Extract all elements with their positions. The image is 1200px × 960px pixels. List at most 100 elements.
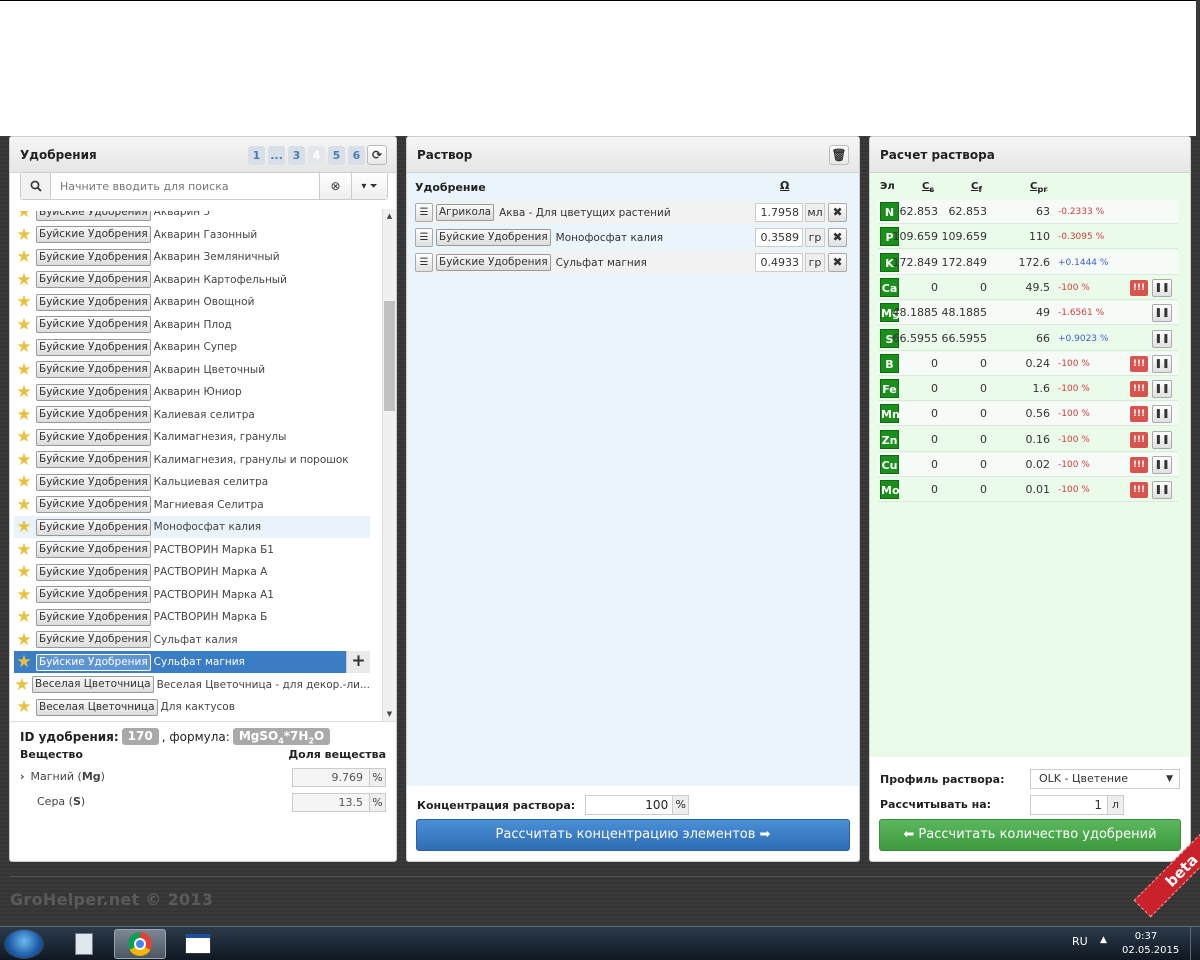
search-input[interactable]: [51, 173, 319, 199]
expand-chevron-icon[interactable]: ›: [20, 770, 25, 783]
warning-button[interactable]: !!!: [1130, 482, 1148, 499]
fertilizer-list-item[interactable]: ★ Буйские Удобрения Акварин Супер: [14, 336, 370, 358]
fertilizer-list-item[interactable]: ★ Буйские Удобрения Акварин Овощной: [14, 291, 370, 313]
warning-button[interactable]: !!!: [1130, 355, 1148, 372]
star-icon[interactable]: ★: [14, 211, 34, 223]
star-icon[interactable]: ★: [14, 449, 34, 471]
star-icon[interactable]: ★: [14, 674, 30, 696]
pause-button[interactable]: ❚❚: [1152, 304, 1172, 323]
list-icon[interactable]: ☰: [415, 253, 433, 272]
page-5[interactable]: 5: [328, 146, 345, 165]
star-icon[interactable]: ★: [14, 561, 34, 583]
amount-input[interactable]: 0.3589: [755, 228, 803, 247]
clock[interactable]: 0:37 02.05.2015: [1122, 930, 1179, 958]
pause-button[interactable]: ❚❚: [1152, 354, 1172, 373]
volume-input[interactable]: 1: [1030, 795, 1108, 815]
taskbar-window[interactable]: [172, 929, 224, 959]
fertilizer-list-item[interactable]: ★ Веселая Цветочница Веселая Цветочница - …: [14, 674, 370, 696]
profile-select[interactable]: OLK - Цветение ▼: [1030, 769, 1180, 789]
concentration-input[interactable]: 100: [585, 795, 674, 815]
fertilizer-list-item[interactable]: ★ Буйские Удобрения Монофосфат калия: [14, 516, 370, 538]
page-ellipsis[interactable]: ...: [268, 146, 285, 165]
clear-search-button[interactable]: ⊗: [319, 173, 351, 199]
fertilizer-list-item[interactable]: ★ Буйские Удобрения Акварин Картофельный: [14, 269, 370, 291]
calc-concentration-button[interactable]: Рассчитать концентрацию элементов ➡: [416, 819, 850, 851]
fertilizer-list-item[interactable]: ★ Буйские Удобрения Акварин 5: [14, 211, 370, 223]
fertilizer-list-item[interactable]: ★ Буйские Удобрения Калимагнезия, гранулы …: [14, 449, 370, 471]
star-icon[interactable]: ★: [14, 584, 34, 606]
page-3[interactable]: 3: [288, 146, 305, 165]
list-icon[interactable]: ☰: [415, 203, 433, 222]
fertilizer-list-item[interactable]: ★ Буйские Удобрения Акварин Юниор: [14, 381, 370, 403]
warning-button[interactable]: !!!: [1130, 457, 1148, 473]
pause-button[interactable]: ❚❚: [1152, 380, 1172, 399]
star-icon[interactable]: ★: [14, 696, 34, 718]
filter-dropdown-button[interactable]: ▾ ⏷: [351, 173, 387, 199]
fertilizer-list-item[interactable]: ★ Буйские Удобрения Магниевая Селитра: [14, 494, 370, 516]
remove-icon[interactable]: ✖: [828, 253, 847, 272]
show-desktop-button[interactable]: [1190, 927, 1200, 960]
star-icon[interactable]: ★: [14, 246, 34, 268]
star-icon[interactable]: ★: [14, 494, 34, 516]
clear-solution-button[interactable]: 🗑: [829, 145, 849, 165]
pause-button[interactable]: ❚❚: [1152, 456, 1172, 474]
refresh-button[interactable]: ⟳: [367, 145, 387, 165]
fertilizer-list-item[interactable]: ★ Буйские Удобрения РАСТВОРИН Марка Б: [14, 606, 370, 628]
page-1[interactable]: 1: [248, 146, 265, 165]
start-button[interactable]: [4, 929, 44, 959]
fertilizer-list-item[interactable]: ★ Буйские Удобрения Калиевая селитра: [14, 404, 370, 426]
fertilizer-list-item[interactable]: ★ Буйские Удобрения Акварин Плод: [14, 314, 370, 336]
amount-input[interactable]: 0.4933: [755, 253, 803, 272]
star-icon[interactable]: ★: [14, 629, 34, 651]
tray-arrow-icon[interactable]: ▲: [1100, 935, 1107, 945]
page-6[interactable]: 6: [348, 146, 365, 165]
fertilizer-list-item[interactable]: ★ Буйские Удобрения Сульфат калия: [14, 629, 370, 651]
page-4[interactable]: 4: [308, 146, 325, 165]
star-icon[interactable]: ★: [14, 336, 34, 358]
scroll-down-icon[interactable]: ▼: [383, 707, 396, 721]
pause-button[interactable]: ❚❚: [1152, 405, 1172, 424]
pause-button[interactable]: ❚❚: [1152, 430, 1172, 449]
star-icon[interactable]: ★: [14, 269, 34, 291]
add-to-solution-button[interactable]: +: [346, 651, 370, 673]
fertilizer-list-item[interactable]: ★ Буйские Удобрения Калимагнезия, гранулы: [14, 426, 370, 448]
scroll-thumb[interactable]: [384, 301, 395, 411]
star-icon[interactable]: ★: [14, 651, 34, 673]
star-icon[interactable]: ★: [14, 471, 34, 493]
star-icon[interactable]: ★: [14, 224, 34, 246]
star-icon[interactable]: ★: [14, 426, 34, 448]
fertilizer-list-item[interactable]: ★ Буйские Удобрения Кальциевая селитра: [14, 471, 370, 493]
remove-icon[interactable]: ✖: [828, 228, 847, 247]
star-icon[interactable]: ★: [14, 516, 34, 538]
taskbar-calculator[interactable]: [58, 929, 110, 959]
fertilizer-list-item[interactable]: ★ Буйские Удобрения РАСТВОРИН Марка А: [14, 561, 370, 583]
pause-button[interactable]: ❚❚: [1152, 329, 1172, 348]
calc-fertilizers-button[interactable]: ⬅ Рассчитать количество удобрений: [879, 819, 1181, 851]
warning-button[interactable]: !!!: [1130, 381, 1148, 398]
fertilizer-list-item[interactable]: ★ Веселая Цветочница Для кактусов: [14, 696, 370, 718]
fertilizer-list-item[interactable]: ★ Буйские Удобрения Акварин Газонный: [14, 224, 370, 246]
star-icon[interactable]: ★: [14, 404, 34, 426]
amount-input[interactable]: 1.7958: [755, 203, 803, 222]
language-indicator[interactable]: RU: [1072, 935, 1088, 948]
warning-button[interactable]: !!!: [1130, 279, 1148, 296]
fertilizer-list-item[interactable]: ★ Буйские Удобрения РАСТВОРИН Марка А1: [14, 584, 370, 606]
star-icon[interactable]: ★: [14, 359, 34, 381]
list-icon[interactable]: ☰: [415, 228, 433, 247]
pause-button[interactable]: ❚❚: [1152, 481, 1172, 500]
star-icon[interactable]: ★: [14, 606, 34, 628]
substance-row-mg[interactable]: › Магний (Mg) 9.769%: [20, 766, 386, 788]
warning-button[interactable]: !!!: [1130, 406, 1148, 423]
fertilizer-list-item[interactable]: ★ Буйские Удобрения Акварин Земляничный: [14, 246, 370, 268]
taskbar-chrome[interactable]: [114, 929, 166, 959]
fertilizer-list-item[interactable]: ★ Буйские Удобрения Сульфат магния +: [14, 651, 370, 673]
fertilizer-list-item[interactable]: ★ Буйские Удобрения РАСТВОРИН Марка Б1: [14, 539, 370, 561]
scroll-up-icon[interactable]: ▲: [383, 209, 396, 223]
fertilizer-list-item[interactable]: ★ Буйские Удобрения Акварин Цветочный: [14, 359, 370, 381]
star-icon[interactable]: ★: [14, 539, 34, 561]
warning-button[interactable]: !!!: [1130, 431, 1148, 448]
remove-icon[interactable]: ✖: [828, 203, 847, 222]
star-icon[interactable]: ★: [14, 291, 34, 313]
list-scrollbar[interactable]: ▲ ▼: [382, 209, 396, 721]
star-icon[interactable]: ★: [14, 381, 34, 403]
